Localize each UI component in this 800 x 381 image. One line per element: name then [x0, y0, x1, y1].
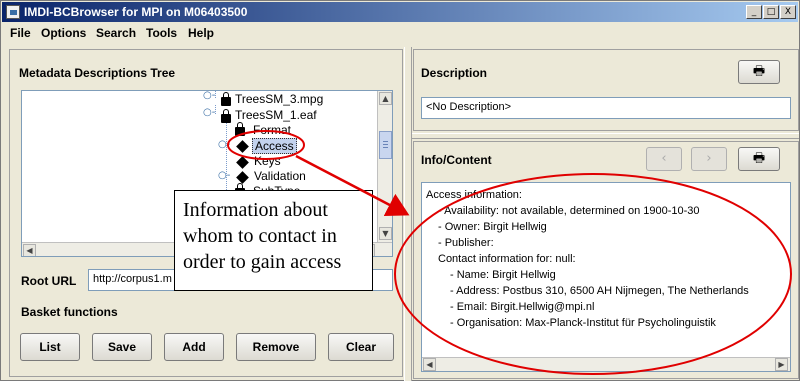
lock-icon	[235, 122, 245, 136]
info-line: - Name: Birgit Hellwig	[450, 269, 556, 281]
info-title: Info/Content	[421, 153, 492, 167]
info-line: Access information:	[426, 189, 522, 201]
callout-line: Information about	[183, 199, 328, 221]
tree-node-treessm1[interactable]: TreesSM_1.eaf	[235, 108, 317, 122]
printer-icon: 🖶	[752, 151, 766, 166]
tree-node-validation[interactable]: Validation	[254, 169, 306, 183]
scroll-right-icon[interactable]: ▶	[775, 358, 788, 371]
expand-handle-icon[interactable]: ○-	[203, 91, 215, 101]
close-button[interactable]: X	[780, 5, 796, 19]
expand-handle-icon[interactable]: ○-	[218, 170, 230, 181]
add-button[interactable]: Add	[164, 333, 224, 361]
app-window: IMDI-BCBrowser for MPI on M06403500 _ □ …	[0, 0, 800, 381]
nav-back-button[interactable]: ‹	[646, 147, 682, 171]
tree-node-treessm3[interactable]: TreesSM_3.mpg	[235, 92, 323, 106]
menu-search[interactable]: Search	[96, 26, 136, 40]
tree-vertical-scrollbar[interactable]: ▲ ▼	[377, 91, 392, 242]
maximize-button[interactable]: □	[763, 5, 779, 19]
nav-forward-button[interactable]: ›	[691, 147, 727, 171]
chevron-left-icon: ‹	[661, 151, 667, 166]
info-line: - Owner: Birgit Hellwig	[438, 221, 547, 233]
menu-options[interactable]: Options	[41, 26, 86, 40]
info-line: - Availability: not available, determine…	[438, 205, 700, 217]
vertical-splitter[interactable]	[404, 47, 412, 381]
info-line: - Address: Postbus 310, 6500 AH Nijmegen…	[450, 285, 749, 297]
window-title: IMDI-BCBrowser for MPI on M06403500	[24, 5, 248, 19]
info-line: - Email: Birgit.Hellwig@mpi.nl	[450, 301, 595, 313]
basket-functions-label: Basket functions	[21, 305, 118, 319]
tree-node-keys[interactable]: Keys	[254, 154, 281, 168]
callout-line: whom to contact in	[183, 225, 337, 247]
menu-bar: File Options Search Tools Help	[2, 22, 798, 43]
description-print-button[interactable]: 🖶	[738, 60, 780, 84]
info-content-area: Access information: - Availability: not …	[421, 182, 791, 372]
menu-file[interactable]: File	[10, 26, 31, 40]
callout-line: order to gain access	[183, 251, 342, 273]
tree-node-access[interactable]: Access	[252, 138, 297, 154]
info-line: - Organisation: Max-Planck-Institut für …	[450, 317, 716, 329]
expand-handle-icon[interactable]: ○-	[218, 139, 230, 150]
save-button[interactable]: Save	[92, 333, 152, 361]
info-horizontal-scrollbar[interactable]: ◀ ▶	[422, 357, 790, 371]
lock-icon	[221, 92, 231, 106]
tree-node-format[interactable]: Format	[253, 123, 291, 137]
app-icon	[6, 5, 20, 19]
title-bar: IMDI-BCBrowser for MPI on M06403500 _ □ …	[2, 2, 798, 22]
horizontal-splitter[interactable]	[412, 133, 799, 139]
remove-button[interactable]: Remove	[236, 333, 316, 361]
diamond-node-icon	[236, 171, 249, 184]
scroll-up-icon[interactable]: ▲	[379, 92, 392, 105]
description-field: <No Description>	[421, 97, 791, 119]
minimize-button[interactable]: _	[746, 5, 762, 19]
scroll-down-icon[interactable]: ▼	[379, 227, 392, 240]
grip-icon	[383, 141, 388, 142]
tree-panel-title: Metadata Descriptions Tree	[19, 66, 176, 80]
diamond-node-icon	[236, 140, 249, 153]
info-line: - Publisher:	[438, 237, 494, 249]
annotation-callout: Information about whom to contact in ord…	[174, 190, 373, 291]
chevron-right-icon: ›	[706, 151, 712, 166]
printer-icon: 🖶	[752, 64, 766, 79]
scroll-thumb[interactable]	[379, 131, 392, 159]
info-print-button[interactable]: 🖶	[738, 147, 780, 171]
scroll-left-icon[interactable]: ◀	[23, 244, 36, 256]
diamond-node-icon	[236, 156, 249, 169]
info-line: Contact information for: null:	[438, 253, 576, 265]
list-button[interactable]: List	[20, 333, 80, 361]
scroll-left-icon[interactable]: ◀	[423, 358, 436, 371]
expand-handle-icon[interactable]: ○-	[203, 107, 215, 118]
menu-tools[interactable]: Tools	[146, 26, 177, 40]
root-url-label: Root URL	[21, 274, 77, 288]
clear-button[interactable]: Clear	[328, 333, 394, 361]
lock-icon	[221, 109, 231, 123]
description-title: Description	[421, 66, 488, 80]
menu-help[interactable]: Help	[188, 26, 214, 40]
